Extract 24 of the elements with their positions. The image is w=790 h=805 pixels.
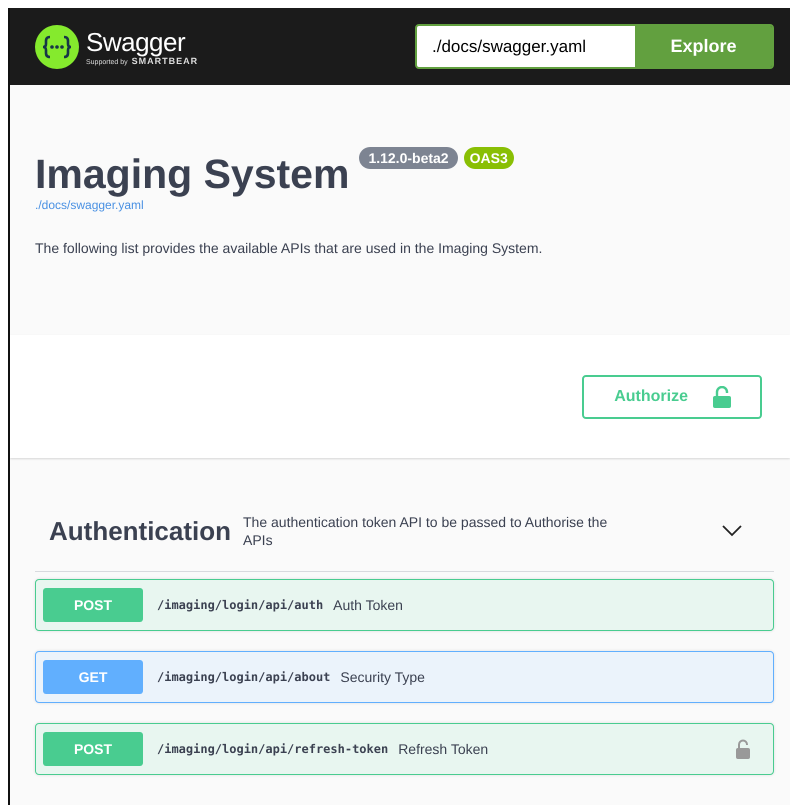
section-title[interactable]: Authentication	[49, 516, 231, 546]
endpoint-path: /imaging/login/api/about	[157, 670, 330, 684]
endpoint-path: /imaging/login/api/auth	[157, 598, 324, 612]
api-title: Imaging System	[35, 150, 350, 198]
operation-row[interactable]: POST /imaging/login/api/refresh-token Refresh Token	[35, 723, 774, 775]
endpoint-summary: Auth Token	[333, 597, 403, 613]
api-description: The following list provides the available APIs that are used in the Imaging System.	[35, 240, 544, 256]
unlocked-padlock-icon	[712, 386, 732, 408]
method-badge: POST	[43, 732, 143, 766]
unlocked-padlock-icon[interactable]	[735, 739, 751, 759]
oas-badge: OAS3	[464, 147, 514, 169]
chevron-icon[interactable]	[722, 525, 742, 537]
logo-brand: SMARTBEAR	[132, 56, 198, 66]
logo-icon	[35, 24, 79, 68]
endpoint-summary: Security Type	[340, 669, 425, 685]
operation-row[interactable]: POST /imaging/login/api/auth Auth Token	[35, 579, 774, 631]
method-badge: GET	[43, 660, 143, 694]
version-badge: 1.12.0-beta2	[359, 147, 458, 169]
section-description: The authentication token API to be passed to Authorise the APIs	[243, 513, 608, 549]
endpoint-path: /imaging/login/api/refresh-token	[157, 742, 388, 756]
method-badge: POST	[43, 588, 143, 622]
logo-title: Swagger	[86, 28, 186, 56]
endpoint-summary: Refresh Token	[398, 741, 488, 757]
operation-row[interactable]: GET /imaging/login/api/about Security Type	[35, 651, 774, 703]
